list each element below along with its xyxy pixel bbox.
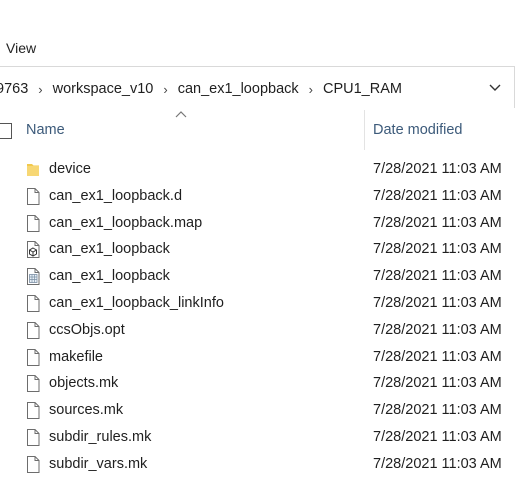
- file-name: can_ex1_loopback.d: [49, 187, 183, 204]
- file-name: subdir_rules.mk: [49, 428, 152, 445]
- ribbon: View: [0, 0, 522, 64]
- file-date: 7/28/2021 11:03 AM: [373, 161, 502, 177]
- sort-ascending-icon: [175, 111, 187, 118]
- list-item[interactable]: objects.mk 7/28/2021 11:03 AM: [0, 370, 522, 397]
- column-header-name[interactable]: Name: [26, 122, 65, 138]
- file-icon: [24, 455, 42, 474]
- list-item[interactable]: can_ex1_loopback.d 7/28/2021 11:03 AM: [0, 183, 522, 210]
- list-item[interactable]: can_ex1_loopback 7/28/2021 11:03 AM: [0, 236, 522, 263]
- file-name: objects.mk: [49, 375, 119, 392]
- chevron-down-icon[interactable]: [486, 79, 504, 97]
- list-item[interactable]: subdir_vars.mk 7/28/2021 11:03 AM: [0, 451, 522, 478]
- list-item[interactable]: ccsObjs.opt 7/28/2021 11:03 AM: [0, 317, 522, 344]
- select-all-checkbox[interactable]: [0, 123, 12, 139]
- file-list: device 7/28/2021 11:03 AM can_ex1_loopba…: [0, 156, 522, 478]
- chevron-right-icon[interactable]: ›: [161, 82, 169, 97]
- list-item[interactable]: sources.mk 7/28/2021 11:03 AM: [0, 397, 522, 424]
- breadcrumb-item[interactable]: 9763: [0, 81, 36, 97]
- tab-view[interactable]: View: [6, 40, 36, 56]
- file-name: can_ex1_loopback: [49, 241, 170, 258]
- file-date: 7/28/2021 11:03 AM: [373, 375, 502, 392]
- list-item[interactable]: can_ex1_loopback 7/28/2021 11:03 AM: [0, 263, 522, 290]
- file-name: makefile: [49, 348, 103, 365]
- list-item[interactable]: subdir_rules.mk 7/28/2021 11:03 AM: [0, 424, 522, 451]
- file-icon: [24, 187, 42, 206]
- list-item[interactable]: can_ex1_loopback.map 7/28/2021 11:03 AM: [0, 210, 522, 237]
- column-header-date-modified[interactable]: Date modified: [373, 122, 462, 138]
- breadcrumb-item[interactable]: workspace_v10: [45, 81, 162, 97]
- file-date: 7/28/2021 11:03 AM: [373, 241, 502, 258]
- file-icon: [24, 348, 42, 367]
- file-date: 7/28/2021 11:03 AM: [373, 294, 502, 311]
- file-icon: [24, 401, 42, 420]
- file-date: 7/28/2021 11:03 AM: [373, 402, 502, 419]
- breadcrumb-item[interactable]: can_ex1_loopback: [170, 81, 307, 97]
- divider: [514, 66, 515, 108]
- address-bar[interactable]: 9763 › workspace_v10 › can_ex1_loopback …: [0, 66, 515, 110]
- file-icon: [24, 321, 42, 340]
- column-resize-handle[interactable]: [364, 110, 365, 150]
- file-name: sources.mk: [49, 402, 124, 419]
- file-date: 7/28/2021 11:03 AM: [373, 348, 502, 365]
- spreadsheet-file-icon: [24, 267, 42, 286]
- file-icon: [24, 294, 42, 313]
- file-date: 7/28/2021 11:03 AM: [373, 268, 502, 285]
- chevron-right-icon[interactable]: ›: [307, 82, 315, 97]
- list-item[interactable]: device 7/28/2021 11:03 AM: [0, 156, 522, 183]
- file-icon: [24, 214, 42, 233]
- list-item[interactable]: can_ex1_loopback_linkInfo 7/28/2021 11:0…: [0, 290, 522, 317]
- file-name: device: [49, 161, 91, 177]
- file-date: 7/28/2021 11:03 AM: [373, 321, 502, 338]
- file-date: 7/28/2021 11:03 AM: [373, 214, 502, 231]
- file-name: ccsObjs.opt: [49, 321, 125, 338]
- list-item[interactable]: makefile 7/28/2021 11:03 AM: [0, 344, 522, 371]
- file-name: subdir_vars.mk: [49, 455, 148, 472]
- file-name: can_ex1_loopback.map: [49, 214, 203, 231]
- chevron-right-icon[interactable]: ›: [36, 82, 44, 97]
- file-name: can_ex1_loopback: [49, 268, 170, 285]
- file-date: 7/28/2021 11:03 AM: [373, 187, 502, 204]
- folder-icon: [24, 160, 42, 179]
- breadcrumb-item[interactable]: CPU1_RAM: [315, 81, 410, 97]
- breadcrumb: 9763 › workspace_v10 › can_ex1_loopback …: [0, 79, 410, 99]
- file-icon: [24, 374, 42, 393]
- file-date: 7/28/2021 11:03 AM: [373, 455, 502, 472]
- file-icon: [24, 428, 42, 447]
- file-name: can_ex1_loopback_linkInfo: [49, 294, 224, 311]
- file-date: 7/28/2021 11:03 AM: [373, 428, 502, 445]
- executable-file-icon: [24, 240, 42, 259]
